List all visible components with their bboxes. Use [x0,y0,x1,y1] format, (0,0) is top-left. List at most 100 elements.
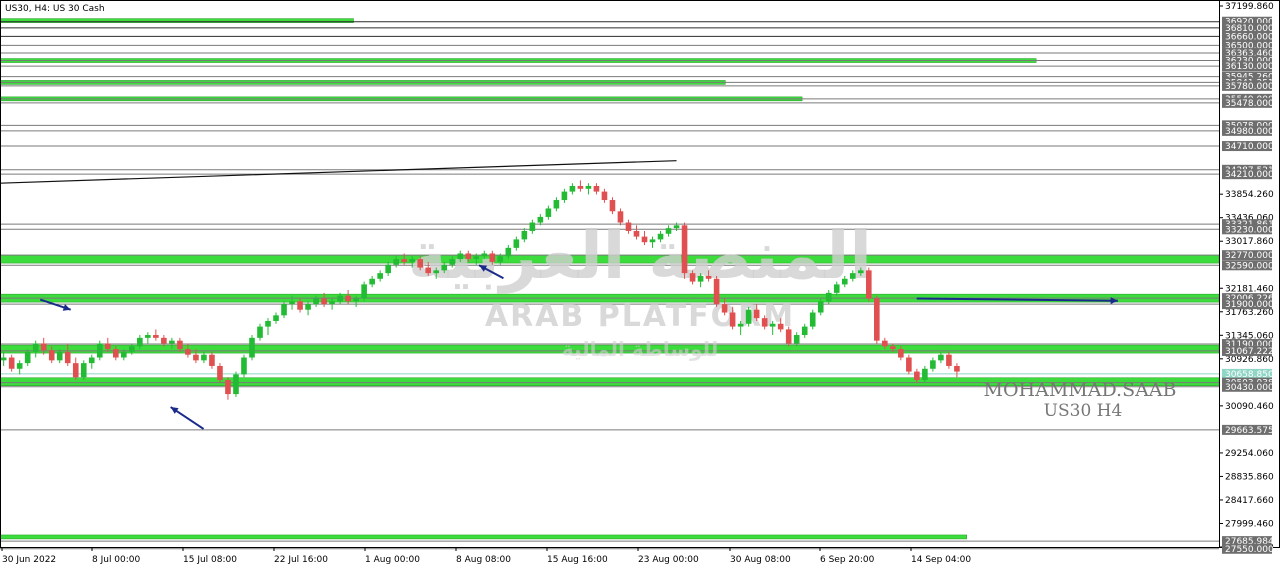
y-tick-label-9: 29254.060 [1225,449,1274,459]
level-tag-22: 31900.000 [1225,300,1274,310]
candle-body-51 [409,259,415,262]
candle-body-49 [393,259,399,265]
candle-body-83 [665,228,672,234]
candle-body-54 [433,270,440,274]
candle-body-27 [217,365,223,381]
x-tick-label-9: 6 Sep 20:00 [820,555,875,565]
candle-body-29 [233,374,239,395]
candle-body-23 [185,349,191,355]
chart-container: المنصة العربية ARAB PLATFORM للوساطة المال… [0,0,1280,568]
candle-body-47 [377,273,383,279]
candle-body-1 [8,357,15,369]
candle-body-72 [577,185,584,189]
candle-body-55 [441,264,448,271]
candle-body-111 [890,346,896,350]
candle-body-59 [473,256,480,260]
candle-body-8 [64,351,71,364]
candle-body-81 [649,239,656,243]
level-tag-16: 34210.000 [1225,170,1274,180]
level-tag-6: 36130.000 [1225,62,1274,72]
level-tag-27: 30430.000 [1225,383,1274,393]
candle-body-112 [898,349,904,358]
level-tag-30: 27550.000 [1225,545,1274,555]
candle-body-15 [121,351,127,358]
candle-body-61 [489,253,496,262]
candle-body-37 [297,301,303,310]
candle-body-99 [793,335,800,344]
price-chart: المنصة العربيةARAB PLATFORMللوساطة المال… [0,0,1280,568]
candle-body-110 [882,340,888,347]
x-tick-label-7: 23 Aug 00:00 [638,555,699,565]
candle-body-107 [857,270,864,274]
candle-body-93 [745,309,752,324]
candle-body-14 [113,349,119,358]
candle-body-66 [529,222,536,231]
candle-body-77 [617,211,624,223]
x-tick-label-8: 30 Aug 08:00 [730,555,791,565]
candle-body-43 [345,295,351,302]
x-tick-label-4: 1 Aug 00:00 [365,555,420,565]
candle-body-69 [553,200,560,209]
candle-body-17 [137,337,143,347]
candle-body-60 [481,253,488,257]
candle-body-31 [249,337,255,358]
watermark-arabic-subtitle: للوساطة المالية [562,337,718,361]
candle-body-108 [865,270,872,299]
candle-body-12 [96,343,103,358]
y-tick-label-4: 32181.460 [1225,284,1274,294]
candle-body-102 [817,301,824,313]
signature-name: MOHAMMAD.SAAB [984,379,1177,401]
candle-body-68 [545,208,552,217]
candle-body-113 [906,357,912,372]
candle-body-116 [930,360,936,369]
candle-body-115 [922,368,928,381]
watermark-arabic: المنصة العربية [408,217,872,294]
candle-body-92 [737,323,744,327]
candle-body-11 [88,357,95,364]
candle-body-88 [705,275,712,279]
level-tag-11: 35478.000 [1225,99,1274,109]
candle-body-53 [425,267,432,274]
candle-body-114 [914,371,920,381]
candle-body-79 [633,230,640,237]
candle-body-65 [521,230,528,240]
candle-body-90 [721,304,728,313]
level-tag-19: 32770.000 [1225,251,1274,261]
candle-body-57 [457,253,464,260]
level-tag-24: 31067.222 [1225,347,1274,357]
candle-body-28 [225,380,231,395]
candle-body-44 [353,298,359,302]
candle-body-94 [753,309,760,319]
x-tick-label-0: 30 Jun 2022 [2,555,56,565]
y-tick-label-8: 30090.460 [1225,402,1274,412]
level-tag-13: 34980.000 [1225,127,1274,137]
candle-body-76 [609,200,616,212]
x-tick-label-3: 22 Jul 16:00 [274,555,328,565]
candle-body-78 [625,222,632,231]
candle-body-87 [697,275,704,282]
candle-body-22 [177,340,183,350]
candle-body-46 [369,278,375,285]
candle-body-20 [161,337,167,344]
candle-body-63 [505,247,512,257]
candle-body-74 [593,185,600,192]
candle-body-45 [361,284,367,299]
candle-body-62 [497,256,504,262]
candle-body-84 [673,225,680,229]
y-tick-label-3: 33017.860 [1225,237,1274,247]
candle-body-82 [657,233,664,240]
level-tag-18: 33230.000 [1225,225,1274,235]
candle-body-7 [56,351,63,361]
candle-body-80 [641,236,648,243]
x-tick-label-10: 14 Sep 04:00 [911,555,971,565]
y-tick-label-1: 33854.260 [1225,190,1274,200]
candle-body-35 [281,304,287,316]
candle-body-109 [874,298,880,341]
candle-body-10 [80,363,87,378]
signature-symbol: US30 H4 [1044,401,1123,421]
level-tag-28: 29663.575 [1225,426,1274,436]
candle-body-105 [841,278,848,285]
candle-body-118 [946,354,952,366]
candle-body-64 [513,239,520,248]
candle-body-42 [337,295,343,302]
